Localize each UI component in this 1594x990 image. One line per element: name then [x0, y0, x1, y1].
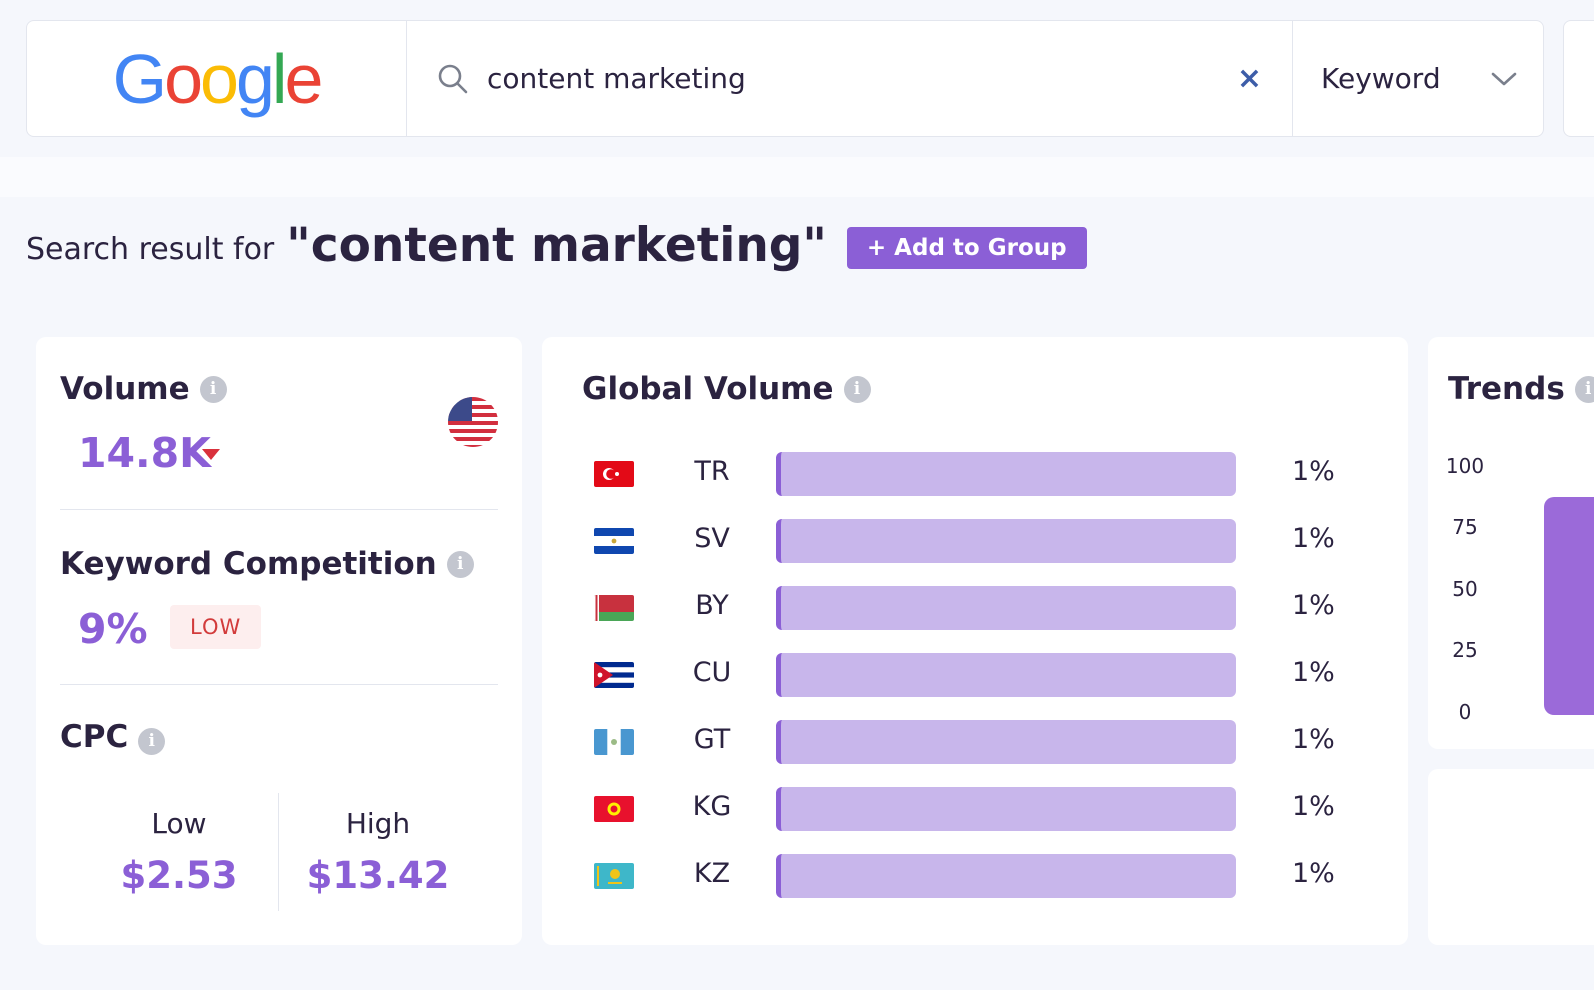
info-icon[interactable]: i [138, 727, 166, 755]
volume-percent: 1% [1292, 456, 1335, 487]
trend-down-icon [202, 449, 220, 460]
volume-bar [776, 519, 1236, 563]
search-bar: Google × Keyword [26, 20, 1544, 137]
volume-bar [776, 586, 1236, 630]
volume-percent: 1% [1292, 523, 1335, 554]
volume-bar [776, 854, 1236, 898]
info-icon[interactable]: i [843, 375, 871, 403]
trends-card: Trends i 100 75 50 25 0 [1428, 337, 1594, 749]
divider [60, 684, 498, 685]
flag-kz-icon [594, 863, 634, 889]
search-type-selected: Keyword [1321, 62, 1441, 95]
google-logo: Google [112, 39, 324, 118]
volume-title: Volume [60, 371, 190, 407]
search-engine-selector[interactable]: Google [27, 21, 407, 136]
search-result-prefix: Search result for [26, 232, 275, 267]
search-field: × [407, 21, 1293, 136]
flag-kg-icon [594, 796, 634, 822]
cpc-low: Low $2.53 [79, 807, 279, 897]
band-divider [0, 157, 1594, 197]
trend-bar[interactable] [1544, 497, 1594, 715]
competition-title: Keyword Competition [60, 546, 437, 582]
y-tick: 75 [1452, 515, 1478, 539]
chevron-down-icon [1491, 72, 1517, 85]
secondary-card [1428, 769, 1594, 945]
y-tick: 25 [1452, 638, 1478, 662]
country-code: BY [695, 590, 729, 621]
country-code: KZ [693, 858, 731, 889]
toolbar-edge [1563, 20, 1594, 137]
search-type-dropdown[interactable]: Keyword [1293, 21, 1543, 136]
volume-bar [776, 452, 1236, 496]
us-flag-icon[interactable] [448, 397, 498, 447]
country-row-by: BY 1% [542, 586, 1408, 630]
country-row-tr: TR 1% [542, 452, 1408, 496]
volume-value: 14.8K [78, 429, 211, 477]
flag-tr-icon [594, 461, 634, 487]
y-tick: 100 [1445, 454, 1485, 478]
flag-gt-icon [594, 729, 634, 755]
info-icon[interactable]: i [1574, 375, 1594, 403]
country-code: TR [694, 456, 730, 487]
cpc-high-value: $13.42 [306, 854, 450, 897]
search-result-query: "content marketing" [286, 218, 827, 273]
trends-title: Trends [1448, 371, 1565, 407]
global-volume-card: Global Volume i TR 1% SV 1% BY 1% CU 1% [542, 337, 1408, 945]
global-volume-title: Global Volume [582, 371, 834, 407]
cpc-label: CPC i [60, 719, 166, 755]
volume-percent: 1% [1292, 590, 1335, 621]
volume-bar [776, 653, 1236, 697]
info-icon[interactable]: i [199, 375, 227, 403]
volume-percent: 1% [1292, 858, 1335, 889]
flag-by-icon [594, 595, 634, 621]
search-icon [438, 64, 468, 93]
page-title: Search result for "content marketing" + … [26, 218, 1087, 273]
trends-label: Trends i [1448, 371, 1594, 407]
flag-sv-icon [594, 528, 634, 554]
volume-bar [776, 787, 1236, 831]
cpc-low-value: $2.53 [120, 854, 238, 897]
volume-percent: 1% [1292, 791, 1335, 822]
competition-label: Keyword Competition i [60, 546, 474, 582]
keyword-metrics-card: Volume i 14.8K Keyword Competition i 9% … [36, 337, 522, 945]
cpc-high: High $13.42 [278, 807, 478, 897]
country-row-sv: SV 1% [542, 519, 1408, 563]
y-tick: 50 [1452, 577, 1478, 601]
competition-value: 9% [78, 605, 148, 653]
divider [60, 509, 498, 510]
cpc-title: CPC [60, 719, 129, 755]
country-code: KG [692, 791, 732, 822]
competition-level-badge: LOW [170, 605, 262, 649]
search-input[interactable] [487, 62, 1237, 95]
global-volume-label: Global Volume i [582, 371, 871, 407]
add-to-group-button[interactable]: + Add to Group [846, 226, 1087, 269]
y-tick: 0 [1458, 700, 1472, 724]
country-row-kz: KZ 1% [542, 854, 1408, 898]
info-icon[interactable]: i [446, 550, 474, 578]
country-row-gt: GT 1% [542, 720, 1408, 764]
cpc-low-label: Low [151, 807, 207, 840]
volume-bar [776, 720, 1236, 764]
country-code: CU [692, 657, 732, 688]
country-code: SV [694, 523, 730, 554]
country-row-cu: CU 1% [542, 653, 1408, 697]
cpc-high-label: High [345, 807, 411, 840]
country-code: GT [693, 724, 731, 755]
clear-search-icon[interactable]: × [1237, 61, 1262, 96]
flag-cu-icon [594, 662, 634, 688]
volume-percent: 1% [1292, 724, 1335, 755]
volume-label: Volume i [60, 371, 227, 407]
volume-percent: 1% [1292, 657, 1335, 688]
country-row-kg: KG 1% [542, 787, 1408, 831]
